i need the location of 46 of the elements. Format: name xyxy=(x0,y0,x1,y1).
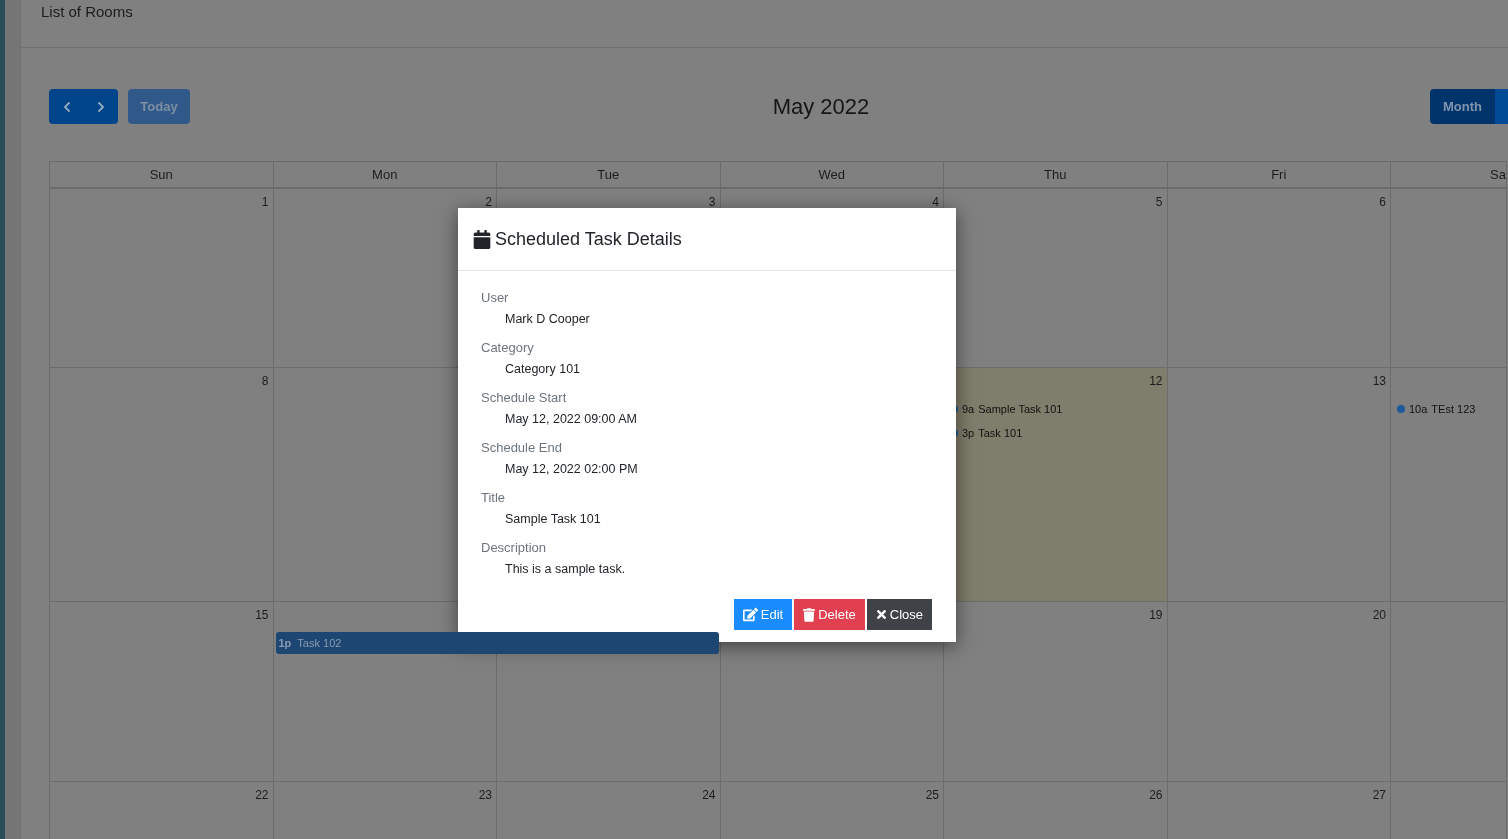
day-number: 25 xyxy=(925,788,939,803)
field-value: This is a sample task. xyxy=(504,561,627,578)
weekday-header: Thu xyxy=(1044,165,1067,184)
field-label: Title xyxy=(481,489,507,507)
day-number: 8 xyxy=(261,374,269,389)
field-value: Sample Task 101 xyxy=(504,511,602,528)
field-label: Schedule Start xyxy=(481,389,568,407)
day-number: 6 xyxy=(1379,195,1386,210)
month-title: May 2022 xyxy=(772,93,870,121)
day-number: 15 xyxy=(255,608,269,623)
dialog-title: Scheduled Task Details xyxy=(495,227,682,251)
weekday-header: Fri xyxy=(1271,165,1287,184)
event-title: Sample Task 101 xyxy=(978,401,1063,417)
event-title: TEst 123 xyxy=(1431,401,1476,417)
field-label: Description xyxy=(481,539,548,557)
day-number: 23 xyxy=(478,788,492,803)
field-value: May 12, 2022 02:00 PM xyxy=(504,461,639,478)
event-time: 9a xyxy=(962,401,975,417)
weekday-header: Tue xyxy=(597,165,620,184)
weekday-header: Sun xyxy=(149,165,173,184)
day-number: 20 xyxy=(1372,608,1386,623)
event-title: Task 101 xyxy=(978,425,1023,441)
event-time: 3p xyxy=(962,425,975,441)
day-number: 22 xyxy=(255,788,269,803)
day-number: 2 xyxy=(485,195,492,210)
event-time: 10a xyxy=(1409,401,1428,417)
day-number: 3 xyxy=(708,195,716,210)
day-number: 4 xyxy=(932,195,939,210)
field-label: Schedule End xyxy=(481,439,563,457)
page-title: List of Rooms xyxy=(41,3,133,20)
day-number: 19 xyxy=(1149,608,1163,623)
field-value: May 12, 2022 09:00 AM xyxy=(504,411,639,428)
weekday-header: Mon xyxy=(372,165,398,184)
day-number: 13 xyxy=(1372,374,1386,389)
day-number: 26 xyxy=(1149,788,1163,803)
day-number: 5 xyxy=(1155,195,1163,210)
day-number: 12 xyxy=(1149,374,1163,389)
field-value: Mark D Cooper xyxy=(504,311,591,328)
event-time: 1p xyxy=(278,635,292,651)
weekday-header: Wed xyxy=(818,165,845,184)
day-number: 24 xyxy=(702,788,716,803)
field-value: Category 101 xyxy=(504,361,582,378)
event-title: Task 102 xyxy=(297,635,342,651)
day-number: 1 xyxy=(261,195,269,210)
weekday-header: Sa xyxy=(1490,165,1506,184)
day-number: 27 xyxy=(1372,788,1386,803)
